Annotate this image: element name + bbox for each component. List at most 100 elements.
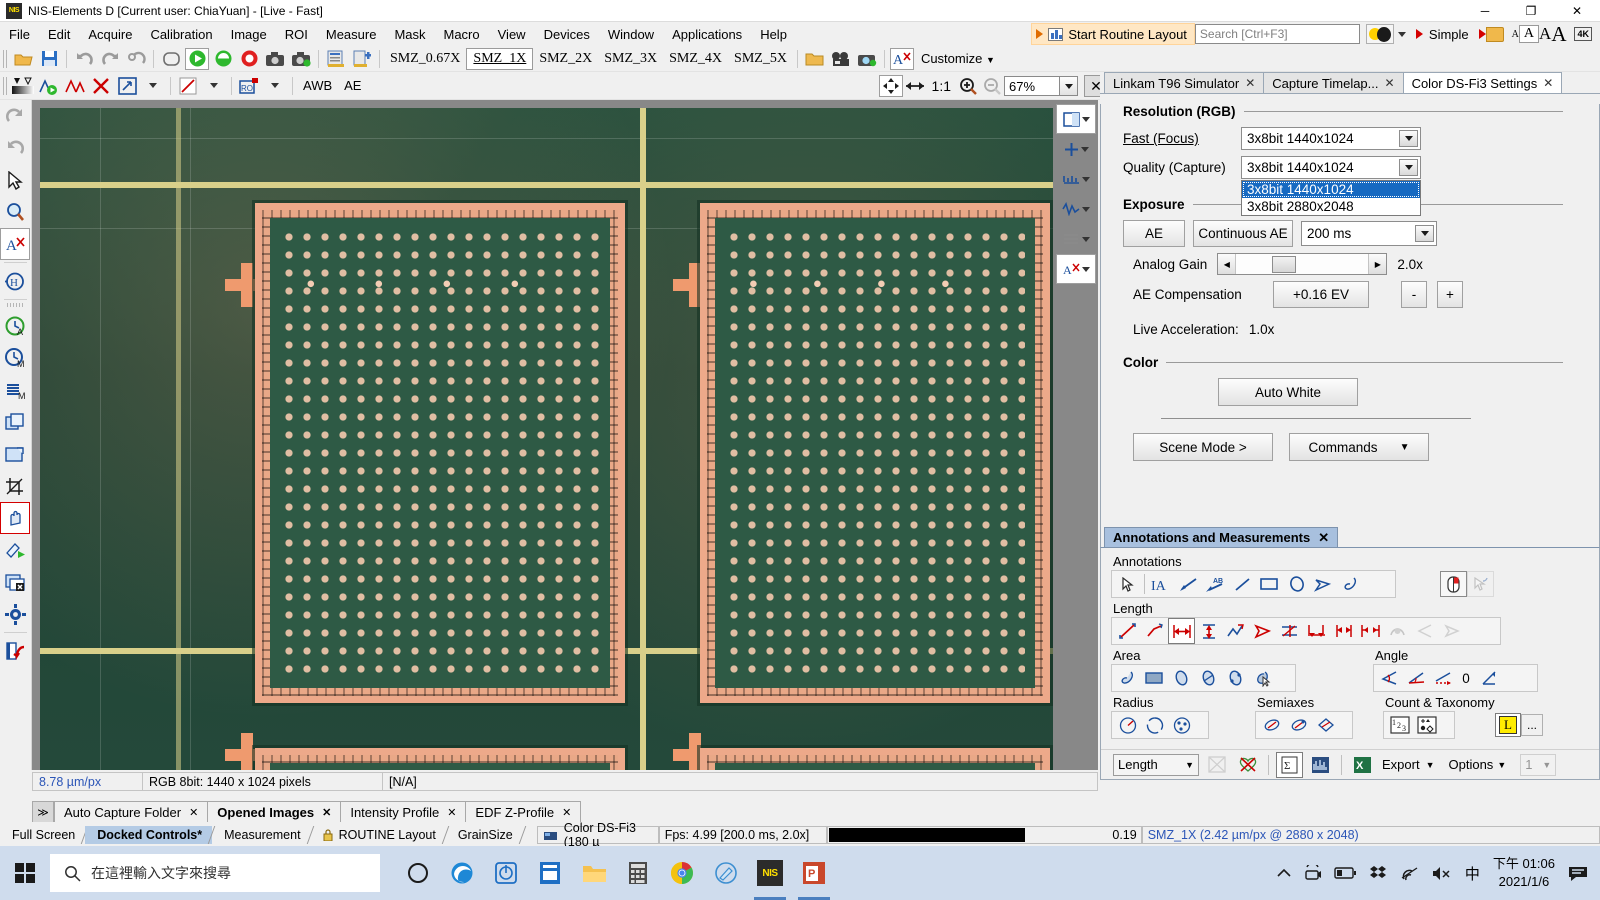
powerpoint-icon[interactable]: P xyxy=(792,846,836,900)
zoom-out-icon[interactable] xyxy=(980,75,1004,97)
tab-close-icon[interactable]: ✕ xyxy=(1543,76,1553,90)
tab-close-icon[interactable]: ✕ xyxy=(1245,76,1255,90)
sidebar-close-all-icon[interactable] xyxy=(0,566,30,598)
live-frame-icon[interactable] xyxy=(159,48,183,70)
gradient-bar-icon[interactable] xyxy=(11,75,35,97)
resolution-4k-badge[interactable]: 4K xyxy=(1574,27,1592,41)
sidebar-settings-gear-icon[interactable] xyxy=(0,598,30,630)
edge-icon[interactable] xyxy=(440,846,484,900)
histogram-icon[interactable] xyxy=(1307,752,1334,778)
taxonomy-more-button[interactable]: ... xyxy=(1521,714,1543,736)
ae-button[interactable]: AE xyxy=(1123,220,1185,247)
mute-icon[interactable] xyxy=(1432,866,1452,881)
app-ring-icon[interactable] xyxy=(484,846,528,900)
brightness-toggle-icon[interactable] xyxy=(1365,24,1394,44)
freehand-annotation-icon[interactable] xyxy=(1337,571,1364,597)
menu-item-edit[interactable]: Edit xyxy=(39,24,79,45)
taskbar-search-input[interactable]: 在這裡輸入文字來搜尋 xyxy=(50,854,380,892)
lut-auto-icon[interactable] xyxy=(37,75,61,97)
quality-capture-dropdown-list[interactable]: 3x8bit 1440x1024 3x8bit 2880x2048 xyxy=(1241,180,1421,216)
area-autodetect-icon[interactable] xyxy=(1249,665,1276,691)
image-canvas[interactable] xyxy=(32,100,1098,770)
area-ellipse-axis-icon[interactable] xyxy=(1195,665,1222,691)
labeled-arrow-icon[interactable]: AB xyxy=(1202,571,1229,597)
commands-dropdown-icon[interactable]: ▼ xyxy=(1400,442,1410,453)
analog-gain-increase-icon[interactable]: ▶ xyxy=(1368,254,1387,274)
sidebar-exit-icon[interactable] xyxy=(0,635,30,667)
menu-item-acquire[interactable]: Acquire xyxy=(79,24,141,45)
search-input[interactable]: Search [Ctrl+F3] xyxy=(1194,24,1360,44)
quality-capture-combo[interactable]: 3x8bit 1440x1024 xyxy=(1241,156,1421,179)
polygon-perimeter-icon[interactable] xyxy=(1249,618,1276,644)
polygon-annotation-icon[interactable] xyxy=(1310,571,1337,597)
menu-item-roi[interactable]: ROI xyxy=(276,24,317,45)
sidebar-crop-icon[interactable] xyxy=(0,470,30,502)
chevron-up-icon[interactable] xyxy=(1277,868,1291,878)
live-play-button[interactable] xyxy=(185,47,209,70)
point-to-line-icon[interactable] xyxy=(1303,618,1330,644)
fit-to-window-icon[interactable] xyxy=(878,75,903,97)
area-rectangle-icon[interactable] xyxy=(1141,665,1168,691)
dock-tab-close-icon[interactable]: ✕ xyxy=(189,806,198,819)
movie-camera-icon[interactable] xyxy=(829,48,853,70)
text-annotation-icon[interactable]: IA xyxy=(1148,571,1175,597)
semiaxes-rotated-icon[interactable] xyxy=(1312,712,1339,738)
redo-icon[interactable] xyxy=(98,48,122,70)
live-stop-button[interactable] xyxy=(237,48,261,70)
file-explorer-icon[interactable] xyxy=(572,846,616,900)
cortana-icon[interactable] xyxy=(396,846,440,900)
panel-waveform-icon[interactable] xyxy=(1056,194,1096,224)
add-report-icon[interactable] xyxy=(350,48,374,70)
scene-mode-button[interactable]: Scene Mode > xyxy=(1133,433,1273,461)
arc-length-icon[interactable] xyxy=(1438,618,1465,644)
panel-stack-list-icon[interactable] xyxy=(1056,224,1096,254)
ime-indicator[interactable]: 中 xyxy=(1465,863,1480,884)
probe-icon[interactable] xyxy=(115,75,139,97)
magnification-smz-4x[interactable]: SMZ_4X xyxy=(663,49,728,69)
parallel-distance-icon[interactable] xyxy=(1276,618,1303,644)
sidebar-grip[interactable] xyxy=(6,303,25,307)
panel-add-icon[interactable] xyxy=(1056,134,1096,164)
font-size-small-button[interactable]: A xyxy=(1518,25,1540,43)
auto-white-button[interactable]: Auto White xyxy=(1218,378,1358,406)
taxonomy-count-icon[interactable] xyxy=(1413,712,1440,738)
sidebar-manual-capture-icon[interactable]: M xyxy=(0,342,30,374)
dock-tab-close-icon[interactable]: ✕ xyxy=(322,806,331,819)
simple-label[interactable]: Simple xyxy=(1429,27,1469,42)
dock-tab-close-icon[interactable]: ✕ xyxy=(447,806,456,819)
open-folder2-icon[interactable] xyxy=(803,48,827,70)
options-dropdown-icon[interactable]: ▼ xyxy=(1497,760,1506,770)
zoom-level-value[interactable]: 67% xyxy=(1004,76,1060,96)
brightness-dropdown-icon[interactable] xyxy=(1397,31,1406,37)
sidebar-run-macro-icon[interactable] xyxy=(0,534,30,566)
start-button[interactable] xyxy=(0,846,50,900)
toolbar2-grip[interactable] xyxy=(3,76,7,95)
menu-item-macro[interactable]: Macro xyxy=(435,24,489,45)
dock-tab-close-icon[interactable]: ✕ xyxy=(562,806,571,819)
menu-item-view[interactable]: View xyxy=(489,24,535,45)
taskbar-clock[interactable]: 下午 01:06 2021/1/6 xyxy=(1493,855,1555,890)
font-size-medium-button[interactable]: A xyxy=(1539,24,1551,44)
angle-to-axis-icon[interactable] xyxy=(1430,665,1457,691)
zoom-one-to-one-button[interactable]: 1:1 xyxy=(927,78,956,94)
report-icon[interactable] xyxy=(324,48,348,70)
layout-tab-grainsize[interactable]: GrainSize xyxy=(446,826,526,844)
menu-item-mask[interactable]: Mask xyxy=(385,24,434,45)
sidebar-duplicate-icon[interactable] xyxy=(0,438,30,470)
magnification-smz-2x[interactable]: SMZ_2X xyxy=(533,49,598,69)
page-combo[interactable]: 1 ▼ xyxy=(1520,753,1557,776)
zoom-dropdown-icon[interactable] xyxy=(1060,76,1078,96)
ae-compensation-minus-button[interactable]: - xyxy=(1401,281,1427,308)
magnification-smz-3x[interactable]: SMZ_3X xyxy=(598,49,663,69)
wifi-icon[interactable] xyxy=(1400,866,1419,881)
menu-item-file[interactable]: File xyxy=(0,24,39,45)
parallel-lines-distance-icon[interactable] xyxy=(1330,618,1357,644)
dropdown-option-1440x1024[interactable]: 3x8bit 1440x1024 xyxy=(1242,181,1420,198)
taxonomy-label-button[interactable]: L xyxy=(1495,713,1521,737)
ae-compensation-plus-button[interactable]: + xyxy=(1437,281,1463,308)
select-pointer-icon[interactable] xyxy=(1114,571,1141,597)
semiaxes-ellipse-icon[interactable] xyxy=(1258,712,1285,738)
capture-sequence-icon[interactable] xyxy=(289,48,313,70)
options-label[interactable]: Options xyxy=(1449,757,1494,772)
toolbar-grip[interactable] xyxy=(3,49,7,68)
